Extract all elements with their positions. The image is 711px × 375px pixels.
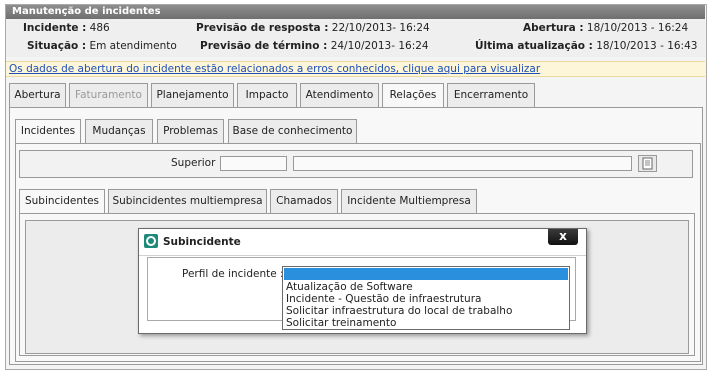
incident-value: 486	[89, 22, 110, 34]
lookup-icon	[642, 157, 653, 170]
dialog-titlebar: Subincidente x	[139, 229, 586, 256]
incident-header: Incidente : 486 Situação : Em atendiment…	[6, 19, 705, 57]
last-update-value: 18/10/2013 - 16:43	[596, 40, 698, 52]
incident-label: Incidente :	[23, 22, 87, 34]
app-icon	[144, 234, 158, 248]
close-button[interactable]: x	[548, 229, 578, 245]
tab-problemas[interactable]: Problemas	[157, 119, 224, 143]
superior-id-field[interactable]	[220, 156, 287, 171]
tab-impacto[interactable]: Impacto	[237, 83, 297, 107]
tab-base-conhecimento[interactable]: Base de conhecimento	[228, 119, 357, 143]
response-forecast: Previsão de resposta : 22/10/2013- 16:24	[196, 22, 430, 34]
window-title: Manutenção de incidentes	[6, 5, 705, 19]
tab-subincidentes[interactable]: Subincidentes	[19, 189, 105, 214]
tab-incidente-multiempresa[interactable]: Incidente Multiempresa	[341, 189, 477, 213]
incident-number: Incidente : 486	[23, 22, 110, 34]
option-infraestrutura[interactable]: Incidente - Questão de infraestrutura	[286, 293, 481, 305]
end-forecast-label: Previsão de término :	[200, 40, 328, 52]
tab-chamados[interactable]: Chamados	[270, 189, 338, 213]
superior-label: Superior :	[171, 157, 223, 169]
last-update-label: Última atualização :	[475, 40, 593, 52]
opening-date: Abertura : 18/10/2013 - 16:24	[523, 22, 688, 34]
last-update: Última atualização : 18/10/2013 - 16:43	[475, 40, 697, 52]
dropdown-selected-empty[interactable]	[284, 268, 568, 280]
end-forecast: Previsão de término : 24/10/2013- 16:24	[200, 40, 429, 52]
tab-mudancas[interactable]: Mudanças	[85, 119, 153, 143]
tab-incidentes[interactable]: Incidentes	[15, 119, 81, 144]
perfil-dropdown[interactable]: Atualização de Software Incidente - Ques…	[282, 266, 570, 330]
known-errors-link[interactable]: Os dados de abertura do incidente estão …	[9, 63, 540, 75]
opening-label: Abertura :	[523, 22, 584, 34]
perfil-label: Perfil de incidente :	[182, 268, 284, 280]
tab-relacoes[interactable]: Relações	[382, 83, 444, 108]
status: Situação : Em atendimento	[27, 40, 177, 52]
tab-encerramento[interactable]: Encerramento	[447, 83, 535, 107]
option-treinamento[interactable]: Solicitar treinamento	[286, 317, 396, 329]
status-label: Situação :	[27, 40, 87, 52]
response-forecast-label: Previsão de resposta :	[196, 22, 329, 34]
response-forecast-value: 22/10/2013- 16:24	[331, 22, 430, 34]
opening-value: 18/10/2013 - 16:24	[586, 22, 689, 34]
tab-abertura[interactable]: Abertura	[9, 83, 66, 107]
dialog-title: Subincidente	[163, 236, 241, 248]
status-value: Em atendimento	[89, 40, 177, 52]
option-atualizacao[interactable]: Atualização de Software	[286, 281, 413, 293]
option-local-trabalho[interactable]: Solicitar infraestrutura do local de tra…	[286, 305, 512, 317]
tab-atendimento[interactable]: Atendimento	[300, 83, 379, 107]
superior-description-field[interactable]	[293, 156, 632, 171]
tab-planejamento[interactable]: Planejamento	[151, 83, 234, 107]
tab-subincidentes-multiempresa[interactable]: Subincidentes multiempresa	[108, 189, 267, 213]
end-forecast-value: 24/10/2013- 16:24	[330, 40, 429, 52]
search-button[interactable]	[638, 155, 657, 172]
tab-faturamento[interactable]: Faturamento	[69, 83, 148, 107]
known-errors-notice: Os dados de abertura do incidente estão …	[6, 61, 705, 77]
